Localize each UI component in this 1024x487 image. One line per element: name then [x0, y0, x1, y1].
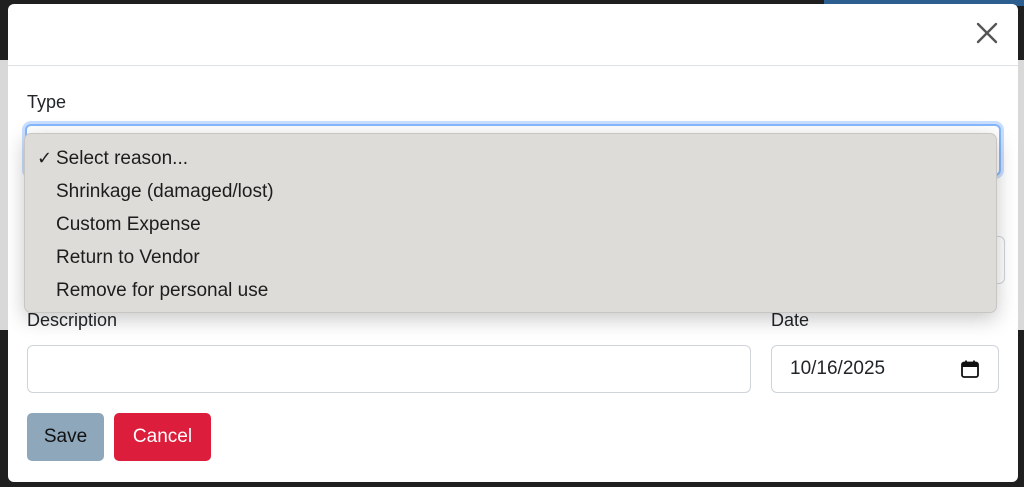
dropdown-option[interactable]: Remove for personal use — [25, 274, 996, 307]
type-label: Type — [27, 92, 67, 112]
option-label: Custom Expense — [56, 213, 201, 235]
checkmark-icon: ✓ — [37, 148, 53, 168]
option-label: Return to Vendor — [56, 246, 200, 268]
description-label: Description — [27, 310, 118, 330]
adjustment-modal: Type Description Date 10/16/2025 Save Ca… — [8, 4, 1018, 482]
option-label: Shrinkage (damaged/lost) — [56, 180, 274, 202]
date-input[interactable]: 10/16/2025 — [771, 345, 999, 393]
close-icon — [976, 22, 998, 44]
description-input[interactable] — [27, 345, 751, 393]
calendar-icon[interactable] — [960, 359, 980, 379]
save-button[interactable]: Save — [27, 413, 104, 461]
type-dropdown-menu: ✓ Select reason... Shrinkage (damaged/lo… — [24, 133, 997, 313]
close-button[interactable] — [974, 20, 1000, 46]
cancel-button[interactable]: Cancel — [114, 413, 211, 461]
dropdown-option[interactable]: Custom Expense — [25, 208, 996, 241]
date-label: Date — [771, 310, 810, 330]
option-label: Remove for personal use — [56, 279, 269, 301]
dropdown-option[interactable]: Return to Vendor — [25, 241, 996, 274]
backdrop-page-edge-right — [1018, 60, 1024, 330]
backdrop-page-edge-left — [0, 60, 8, 330]
option-label: Select reason... — [56, 147, 189, 169]
dropdown-option[interactable]: Shrinkage (damaged/lost) — [25, 175, 996, 208]
date-value: 10/16/2025 — [790, 358, 886, 379]
modal-header — [8, 4, 1018, 66]
dropdown-option[interactable]: ✓ Select reason... — [25, 142, 996, 175]
